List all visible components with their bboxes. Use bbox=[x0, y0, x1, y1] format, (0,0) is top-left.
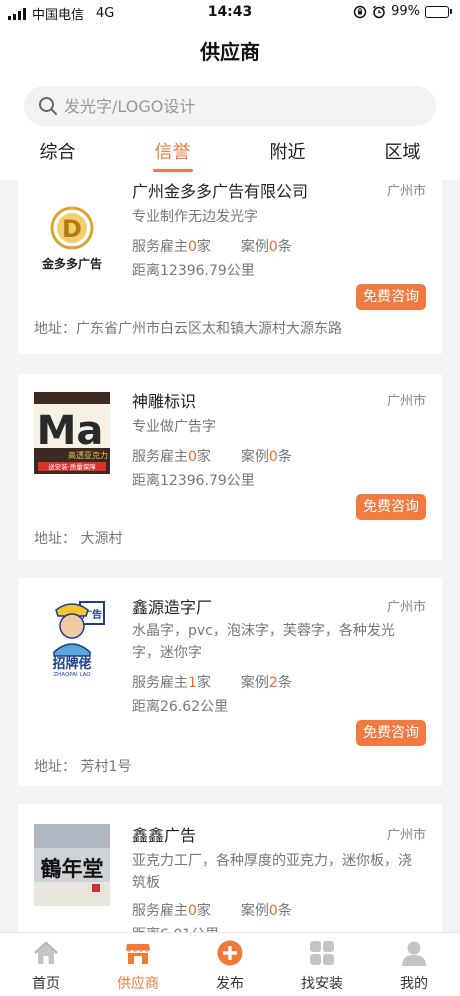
logo-caption-2: 送安装·质量保障 bbox=[48, 462, 96, 471]
supplier-city: 广州市 bbox=[386, 184, 426, 199]
tabbar-label: 首页 bbox=[32, 976, 60, 992]
supplier-stats: 服务雇主0家 案例0条 bbox=[132, 446, 292, 466]
supplier-card[interactable]: Ma 高透亚克力 送安装·质量保障 神雕标识 广州市 专业做广告字 服务雇主0家… bbox=[18, 374, 442, 560]
supplier-distance: 距离26.62公里 bbox=[132, 699, 229, 715]
bottom-tab-bar: 首页 供应商 发布 找安装 我的 bbox=[0, 932, 460, 996]
supplier-distance: 距离12396.79公里 bbox=[132, 263, 255, 279]
filter-tabs: 综合 信誉 附近 区域 bbox=[0, 134, 460, 178]
supplier-logo: D 金多多广告 bbox=[34, 196, 110, 278]
case-count: 案例0条 bbox=[240, 239, 292, 255]
tabbar-home[interactable]: 首页 bbox=[0, 933, 92, 996]
supplier-desc: 亚克力工厂，各种厚度的亚克力，迷你板，浇筑板 bbox=[132, 853, 412, 891]
store-icon bbox=[126, 944, 150, 964]
supplier-logo: Ma 高透亚克力 送安装·质量保障 bbox=[34, 392, 110, 474]
logo-letter: D bbox=[62, 215, 82, 243]
tabbar-label: 发布 bbox=[216, 976, 244, 992]
battery-percent: 99% bbox=[391, 4, 420, 19]
supplier-address: 地址： 大源村 bbox=[34, 531, 123, 547]
page-title: 供应商 bbox=[200, 40, 260, 64]
employer-count: 服务雇主0家 bbox=[132, 903, 211, 919]
supplier-desc: 专业做广告字 bbox=[132, 419, 216, 435]
plus-circle-icon bbox=[217, 940, 243, 966]
supplier-stats: 服务雇主0家 案例0条 bbox=[132, 900, 292, 920]
tabbar-label: 找安装 bbox=[301, 976, 343, 992]
case-count: 案例0条 bbox=[240, 903, 292, 919]
supplier-stats: 服务雇主0家 案例0条 bbox=[132, 236, 292, 256]
supplier-card[interactable]: 鶴年堂 鑫鑫广告 广州市 亚克力工厂，各种厚度的亚克力，迷你板，浇筑板 服务雇主… bbox=[18, 804, 442, 932]
tab-nearby[interactable]: 附近 bbox=[230, 134, 345, 178]
supplier-logo: 广告 招牌佬 ZHAOPAI LAO bbox=[34, 596, 110, 678]
battery-icon bbox=[425, 5, 452, 18]
supplier-city: 广州市 bbox=[386, 828, 426, 843]
tab-region[interactable]: 区域 bbox=[345, 134, 460, 178]
employer-count: 服务雇主0家 bbox=[132, 449, 211, 465]
grid-icon bbox=[310, 941, 334, 965]
case-count: 案例0条 bbox=[240, 449, 292, 465]
logo-sub: ZHAOPAI LAO bbox=[53, 672, 91, 678]
tabbar-label: 供应商 bbox=[117, 976, 159, 992]
tab-reputation[interactable]: 信誉 bbox=[115, 134, 230, 178]
free-consult-button[interactable]: 免费咨询 bbox=[356, 284, 426, 310]
supplier-city: 广州市 bbox=[386, 600, 426, 615]
supplier-distance: 距离12396.79公里 bbox=[132, 473, 255, 489]
logo-text: 鶴年堂 bbox=[41, 856, 104, 881]
tabbar-find-install[interactable]: 找安装 bbox=[276, 933, 368, 996]
rotation-lock-icon bbox=[353, 5, 367, 18]
logo-text: 金多多广告 bbox=[41, 256, 102, 271]
tabbar-mine[interactable]: 我的 bbox=[368, 933, 460, 996]
supplier-address: 地址： 芳村1号 bbox=[34, 759, 132, 775]
free-consult-button[interactable]: 免费咨询 bbox=[356, 720, 426, 746]
alarm-icon bbox=[373, 5, 386, 18]
logo-text: Ma bbox=[37, 408, 104, 454]
employer-count: 服务雇主0家 bbox=[132, 239, 211, 255]
supplier-card[interactable]: 广告 招牌佬 ZHAOPAI LAO 鑫源造字厂 广州市 水晶字，pvc，泡沫字… bbox=[18, 578, 442, 786]
supplier-name: 神雕标识 bbox=[132, 392, 197, 411]
home-icon bbox=[34, 941, 58, 964]
tabbar-supplier[interactable]: 供应商 bbox=[92, 933, 184, 996]
tab-comprehensive[interactable]: 综合 bbox=[0, 134, 115, 178]
supplier-stats: 服务雇主1家 案例2条 bbox=[132, 672, 292, 692]
status-bar: 中国电信 4G 14:43 99% bbox=[0, 0, 460, 26]
supplier-name: 鑫鑫广告 bbox=[132, 826, 197, 845]
supplier-desc: 专业制作无边发光字 bbox=[132, 209, 258, 225]
tabbar-label: 我的 bbox=[400, 976, 428, 992]
supplier-address: 地址：广东省广州市白云区太和镇大源村大源东路 bbox=[34, 321, 342, 337]
supplier-name: 鑫源造字厂 bbox=[132, 598, 213, 617]
supplier-distance: 距离6.01公里 bbox=[132, 924, 219, 932]
search-icon bbox=[39, 97, 57, 115]
employer-count: 服务雇主1家 bbox=[132, 675, 211, 691]
supplier-logo: 鶴年堂 bbox=[34, 824, 110, 906]
case-count: 案例2条 bbox=[240, 675, 292, 691]
search-input[interactable] bbox=[64, 96, 424, 116]
supplier-name: 广州金多多广告有限公司 bbox=[132, 182, 309, 201]
supplier-card[interactable]: D 金多多广告 广州金多多广告有限公司 广州市 专业制作无边发光字 服务雇主0家… bbox=[18, 180, 442, 354]
supplier-city: 广州市 bbox=[386, 394, 426, 409]
header: 供应商 综合 信誉 附近 区域 bbox=[0, 26, 460, 180]
supplier-list: D 金多多广告 广州金多多广告有限公司 广州市 专业制作无边发光字 服务雇主0家… bbox=[0, 180, 460, 932]
free-consult-button[interactable]: 免费咨询 bbox=[356, 494, 426, 520]
user-icon bbox=[402, 941, 426, 966]
status-right: 99% bbox=[353, 4, 452, 19]
supplier-desc: 水晶字，pvc，泡沫字，芙蓉字，各种发光字，迷你字 bbox=[132, 623, 395, 661]
tabbar-publish[interactable]: 发布 bbox=[184, 933, 276, 996]
logo-caption: 高透亚克力 bbox=[68, 450, 108, 460]
logo-text: 招牌佬 bbox=[52, 656, 91, 672]
search-bar[interactable] bbox=[24, 86, 436, 126]
